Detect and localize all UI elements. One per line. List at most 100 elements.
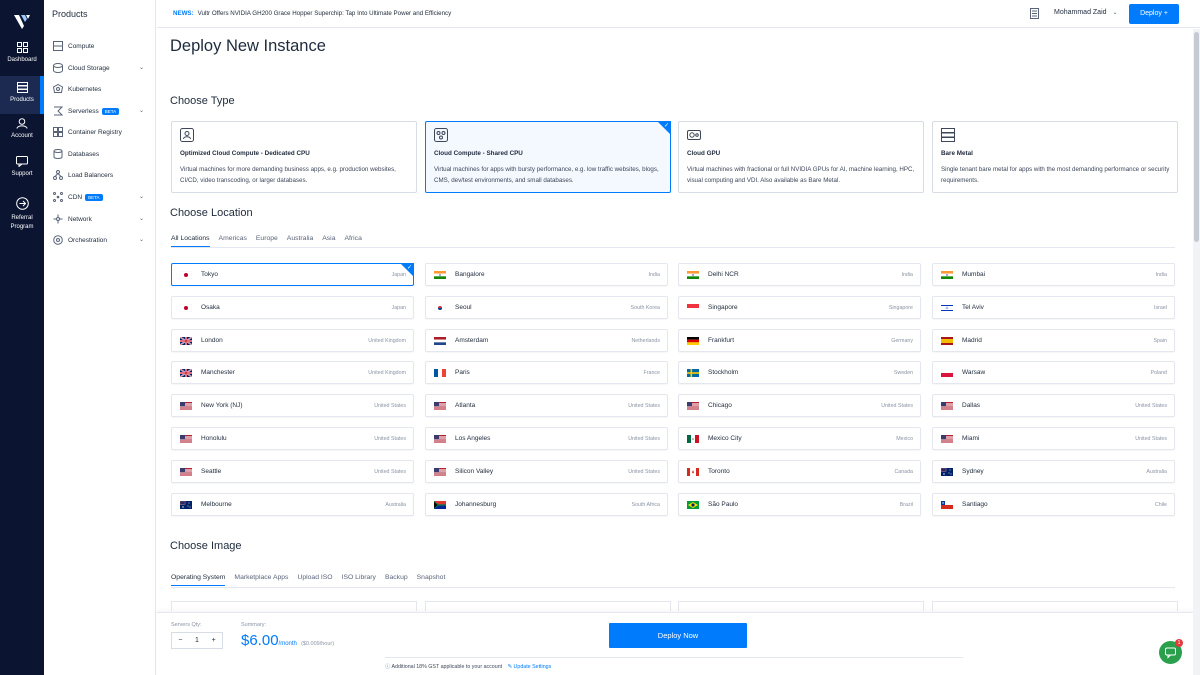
location-card[interactable]: Chicago United States bbox=[678, 394, 921, 418]
location-city: Delhi NCR bbox=[708, 271, 739, 278]
location-card[interactable]: Delhi NCR India bbox=[678, 263, 921, 286]
location-card[interactable]: Los Angeles United States bbox=[425, 427, 668, 450]
image-card[interactable] bbox=[171, 601, 417, 611]
type-card-bare-metal[interactable]: Bare Metal Single tenant bare metal for … bbox=[932, 121, 1178, 193]
location-card[interactable]: Bangalore India bbox=[425, 263, 668, 286]
sidebar-title: Products bbox=[52, 9, 88, 19]
location-card[interactable]: São Paulo Brazil bbox=[678, 492, 921, 516]
document-icon[interactable] bbox=[1030, 8, 1039, 19]
update-settings-link[interactable]: ✎ Update Settings bbox=[508, 664, 552, 670]
qty-plus-button[interactable]: + bbox=[205, 637, 222, 644]
tab-europe[interactable]: Europe bbox=[256, 235, 278, 247]
flag-au-icon bbox=[941, 467, 953, 476]
type-card-optimized[interactable]: Optimized Cloud Compute - Dedicated CPU … bbox=[171, 121, 417, 193]
location-card[interactable]: Warsaw Poland bbox=[932, 361, 1175, 385]
sidebar-item-databases[interactable]: Databases bbox=[53, 147, 153, 161]
image-card[interactable] bbox=[932, 601, 1178, 611]
sidebar-item-load-balancers[interactable]: Load Balancers bbox=[53, 168, 153, 182]
qty-value[interactable]: 1 bbox=[189, 637, 206, 644]
location-card[interactable]: Santiago Chile bbox=[932, 492, 1175, 516]
rail-item-account[interactable]: Account bbox=[0, 118, 44, 150]
image-card[interactable] bbox=[678, 601, 924, 611]
location-country: United States bbox=[374, 436, 406, 442]
user-menu[interactable]: Mohammad Zaid ⌄ bbox=[1054, 9, 1118, 16]
chevron-down-icon[interactable]: ⌄ bbox=[139, 193, 144, 200]
chevron-down-icon[interactable]: ⌄ bbox=[139, 215, 144, 222]
chevron-down-icon[interactable]: ⌄ bbox=[139, 64, 144, 71]
scrollbar-thumb[interactable] bbox=[1194, 32, 1199, 242]
sidebar-item-container-registry[interactable]: Container Registry bbox=[53, 125, 153, 139]
qty-minus-button[interactable]: − bbox=[172, 637, 189, 644]
location-card[interactable]: Toronto Canada bbox=[678, 459, 921, 483]
news-ticker[interactable]: NEWS: Vultr Offers NVIDIA GH200 Grace Hop… bbox=[173, 10, 451, 17]
location-card[interactable]: Miami United States bbox=[932, 427, 1175, 450]
location-country: India bbox=[648, 272, 661, 278]
location-card[interactable]: Dallas United States bbox=[932, 394, 1175, 418]
rail-item-products[interactable]: Products bbox=[0, 76, 44, 114]
sidebar-item-compute[interactable]: Compute bbox=[53, 39, 153, 53]
chevron-down-icon[interactable]: ⌄ bbox=[139, 236, 144, 243]
location-country: Chile bbox=[1154, 501, 1167, 508]
type-card-cloud-gpu[interactable]: Cloud GPU Virtual machines with fraction… bbox=[678, 121, 924, 193]
tab-asia[interactable]: Asia bbox=[322, 235, 335, 247]
rail-item-dashboard[interactable]: Dashboard bbox=[0, 42, 44, 74]
location-card[interactable]: Mexico City Mexico bbox=[678, 427, 921, 450]
rail-item-referral[interactable]: Referral Program bbox=[0, 197, 44, 235]
deploy-now-button[interactable]: Deploy Now bbox=[609, 623, 747, 648]
tab-operating-system[interactable]: Operating System bbox=[171, 574, 226, 586]
location-city: Warsaw bbox=[962, 369, 986, 377]
location-card[interactable]: London United Kingdom bbox=[171, 328, 414, 352]
tab-africa[interactable]: Africa bbox=[344, 235, 361, 247]
location-country: France bbox=[643, 370, 661, 377]
sidebar-item-cloud-storage[interactable]: Cloud Storage ⌄ bbox=[53, 61, 153, 75]
location-card[interactable]: Amsterdam Netherlands bbox=[425, 328, 668, 352]
type-card-shared-cpu[interactable]: Cloud Compute - Shared CPU Virtual machi… bbox=[425, 121, 671, 193]
location-card[interactable]: Silicon Valley United States bbox=[425, 459, 668, 483]
tab-backup[interactable]: Backup bbox=[385, 574, 408, 586]
location-card[interactable]: Atlanta United States bbox=[425, 394, 668, 418]
tab-marketplace-apps[interactable]: Marketplace Apps bbox=[234, 574, 288, 586]
tab-americas[interactable]: Americas bbox=[219, 235, 247, 247]
location-card[interactable]: Tel Aviv Israel bbox=[932, 295, 1175, 319]
location-card[interactable]: Manchester United Kingdom bbox=[171, 361, 414, 385]
top-bar: NEWS: Vultr Offers NVIDIA GH200 Grace Hop… bbox=[157, 0, 1200, 28]
choose-location-heading: Choose Location bbox=[170, 207, 253, 219]
sidebar-item-cdn[interactable]: CDN BETA ⌄ bbox=[53, 190, 153, 204]
sidebar-item-orchestration[interactable]: Orchestration ⌄ bbox=[53, 233, 153, 247]
vultr-logo[interactable] bbox=[13, 12, 31, 30]
location-card[interactable]: Tokyo Japan ✓ bbox=[171, 263, 414, 286]
location-card[interactable]: Melbourne Australia bbox=[171, 492, 414, 516]
chevron-down-icon[interactable]: ⌄ bbox=[139, 107, 144, 114]
location-card[interactable]: Frankfurt Germany bbox=[678, 328, 921, 352]
location-card[interactable]: Stockholm Sweden bbox=[678, 361, 921, 385]
location-card[interactable]: Osaka Japan bbox=[171, 295, 414, 319]
location-card[interactable]: Johannesburg South Africa bbox=[425, 492, 668, 516]
sidebar-item-kubernetes[interactable]: Kubernetes bbox=[53, 82, 153, 96]
flag-za-icon bbox=[434, 500, 446, 509]
rail-item-support[interactable]: Support bbox=[0, 156, 44, 188]
location-city: London bbox=[201, 336, 223, 344]
choose-image-heading: Choose Image bbox=[170, 540, 242, 552]
location-card[interactable]: Seoul South Korea bbox=[425, 295, 668, 319]
location-card[interactable]: Seattle United States bbox=[171, 459, 414, 483]
deploy-summary-bar: Servers Qty: − 1 + Summary: $6.00/month … bbox=[157, 612, 1193, 675]
tab-australia[interactable]: Australia bbox=[287, 235, 313, 247]
location-card[interactable]: Singapore Singapore bbox=[678, 295, 921, 319]
location-card[interactable]: Madrid Spain bbox=[932, 328, 1175, 352]
flag-us-icon bbox=[180, 402, 192, 411]
location-country: United States bbox=[1135, 436, 1167, 442]
location-card[interactable]: Paris France bbox=[425, 361, 668, 385]
sidebar-item-network[interactable]: Network ⌄ bbox=[53, 212, 153, 226]
location-card[interactable]: Honolulu United States bbox=[171, 427, 414, 450]
tab-upload-iso[interactable]: Upload ISO bbox=[297, 574, 332, 586]
location-card[interactable]: New York (NJ) United States bbox=[171, 394, 414, 418]
tab-all-locations[interactable]: All Locations bbox=[171, 235, 210, 247]
tab-snapshot[interactable]: Snapshot bbox=[417, 574, 446, 586]
image-card[interactable] bbox=[425, 601, 671, 611]
location-card[interactable]: Sydney Australia bbox=[932, 459, 1175, 483]
deploy-button[interactable]: Deploy + bbox=[1129, 4, 1179, 24]
location-city: Madrid bbox=[962, 336, 982, 344]
sidebar-item-serverless[interactable]: Serverless BETA ⌄ bbox=[53, 104, 153, 118]
location-card[interactable]: Mumbai India bbox=[932, 263, 1175, 286]
tab-iso-library[interactable]: ISO Library bbox=[342, 574, 376, 586]
